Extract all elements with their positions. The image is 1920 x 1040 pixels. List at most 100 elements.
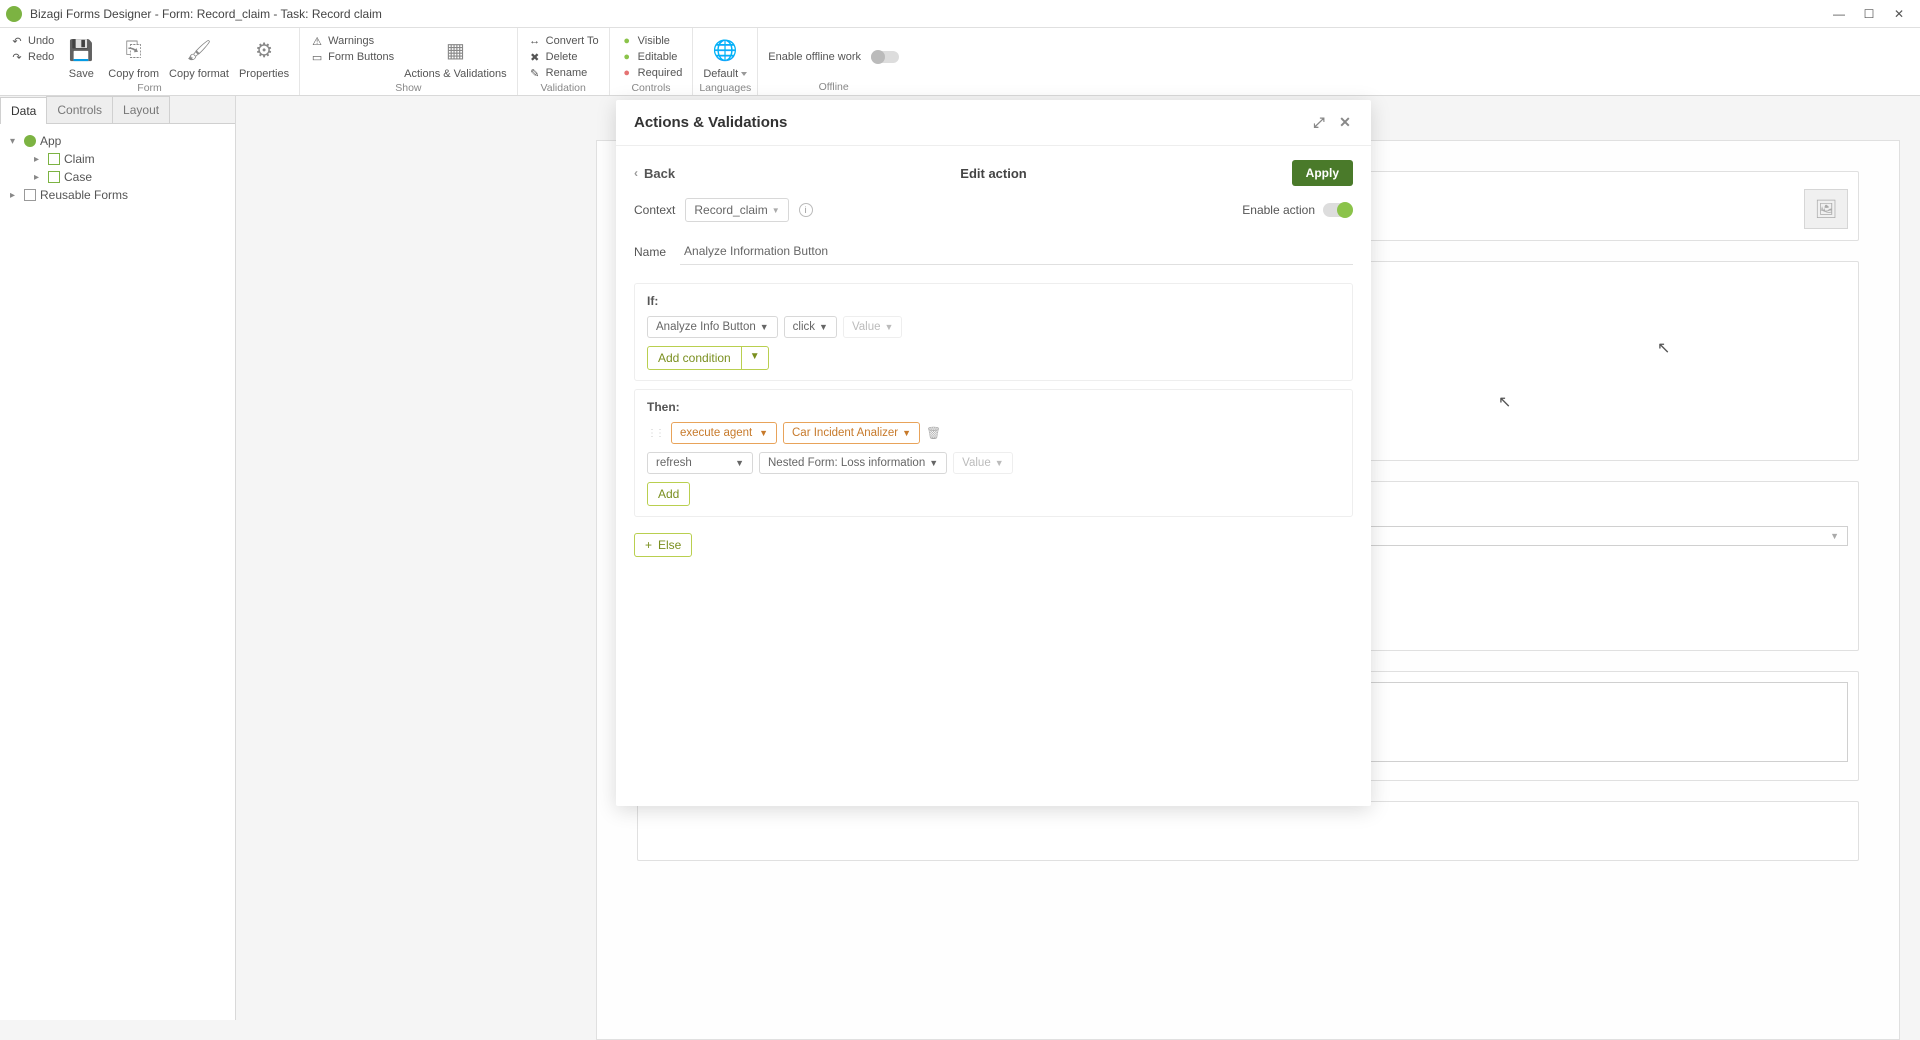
globe-icon: 🌐 <box>709 34 741 66</box>
add-else-button[interactable]: +Else <box>634 533 692 557</box>
undo-button[interactable]: ↶Undo <box>10 34 54 48</box>
copy-from-button[interactable]: ⎘Copy from <box>104 32 163 82</box>
tree-node-reusable[interactable]: ▸Reusable Forms <box>6 186 229 204</box>
if-event-selector[interactable]: click▼ <box>784 316 837 338</box>
chevron-down-icon: ▼ <box>819 322 828 332</box>
if-value-selector[interactable]: Value▼ <box>843 316 902 338</box>
if-control-selector[interactable]: Analyze Info Button▼ <box>647 316 778 338</box>
tree-node-case[interactable]: ▸Case <box>6 168 229 186</box>
reusable-icon <box>24 189 36 201</box>
tree-node-claim[interactable]: ▸Claim <box>6 150 229 168</box>
chevron-down-icon: ▼ <box>902 428 911 438</box>
close-modal-button[interactable]: ✕ <box>1337 115 1353 131</box>
then-action-selector-2[interactable]: refresh▼ <box>647 452 753 474</box>
enable-action-label: Enable action <box>1242 203 1315 217</box>
toggle-off-icon <box>871 51 899 63</box>
warnings-button[interactable]: ⚠Warnings <box>310 34 394 48</box>
ribbon-group-label-controls: Controls <box>616 82 687 96</box>
entity-icon <box>48 153 60 165</box>
ribbon-group-languages: 🌐Default Languages <box>693 28 758 95</box>
modal-header: Actions & Validations ⤢ ✕ <box>616 100 1371 146</box>
then-action-selector[interactable]: execute agent▼ <box>671 422 777 444</box>
visible-toggle[interactable]: ●Visible <box>620 34 683 48</box>
expand-icon[interactable]: ▸ <box>34 154 44 165</box>
window-titlebar: Bizagi Forms Designer - Form: Record_cla… <box>0 0 1920 28</box>
dot-icon: ● <box>620 34 634 48</box>
app-icon <box>24 135 36 147</box>
undo-redo-stack: ↶Undo ↷Redo <box>6 32 58 82</box>
delete-button[interactable]: ✖Delete <box>528 50 599 64</box>
modal-title: Actions & Validations <box>634 114 787 131</box>
redo-button[interactable]: ↷Redo <box>10 50 54 64</box>
ribbon-group-offline: Enable offline work Offline <box>758 28 909 95</box>
ribbon-group-label-offline: Offline <box>764 81 903 95</box>
redo-icon: ↷ <box>10 50 24 64</box>
expand-icon[interactable]: ▸ <box>10 190 20 201</box>
tab-layout[interactable]: Layout <box>112 96 170 123</box>
tree-node-app[interactable]: ▾App <box>6 132 229 150</box>
expand-modal-button[interactable]: ⤢ <box>1311 115 1327 131</box>
then-target-selector-2[interactable]: Nested Form: Loss information▼ <box>759 452 947 474</box>
save-icon: 💾 <box>65 34 97 66</box>
actions-validations-button[interactable]: ▦Actions & Validations <box>400 32 511 82</box>
chevron-down-icon[interactable]: ▼ <box>741 347 768 369</box>
language-selector[interactable]: 🌐Default <box>699 32 751 82</box>
brush-icon: 🖌 <box>183 34 215 66</box>
delete-row-button[interactable]: 🗑 <box>926 426 941 440</box>
editable-toggle[interactable]: ●Editable <box>620 50 683 64</box>
expand-icon[interactable]: ▸ <box>34 172 44 183</box>
tab-data[interactable]: Data <box>0 97 47 124</box>
maximize-button[interactable]: ☐ <box>1854 4 1884 24</box>
enable-offline-toggle[interactable]: Enable offline work <box>764 32 903 81</box>
ribbon: ↶Undo ↷Redo 💾Save ⎘Copy from 🖌Copy forma… <box>0 28 1920 96</box>
chevron-down-icon: ▼ <box>995 458 1004 468</box>
back-button[interactable]: ‹Back <box>634 166 675 181</box>
copy-format-button[interactable]: 🖌Copy format <box>165 32 233 82</box>
add-condition-button[interactable]: Add condition ▼ <box>647 346 769 370</box>
cursor-icon: ↖ <box>1498 392 1511 412</box>
then-value-selector-2[interactable]: Value▼ <box>953 452 1012 474</box>
then-target-selector[interactable]: Car Incident Analizer▼ <box>783 422 920 444</box>
apply-button[interactable]: Apply <box>1292 160 1353 186</box>
warning-icon: ⚠ <box>310 34 324 48</box>
action-name-input[interactable] <box>680 238 1353 265</box>
workspace: Data Controls Layout ▾App ▸Claim ▸Case ▸… <box>0 96 1920 1020</box>
ribbon-group-validation: ↔Convert To ✖Delete ✎Rename Validation <box>518 28 610 95</box>
form-buttons-button[interactable]: ▭Form Buttons <box>310 50 394 64</box>
drag-handle-icon[interactable]: ⋮⋮ <box>647 428 663 439</box>
collapse-icon[interactable]: ▾ <box>10 136 20 147</box>
toggle-knob-icon <box>1337 202 1353 218</box>
if-section: If: Analyze Info Button▼ click▼ Value▼ A… <box>634 283 1353 381</box>
ribbon-group-label-form: Form <box>6 82 293 96</box>
info-icon[interactable]: i <box>799 203 813 217</box>
add-then-button[interactable]: Add <box>647 482 690 506</box>
then-section: Then: ⋮⋮ execute agent▼ Car Incident Ana… <box>634 389 1353 517</box>
form-buttons-icon: ▭ <box>310 50 324 64</box>
required-toggle[interactable]: ●Required <box>620 66 683 80</box>
enable-action-toggle[interactable] <box>1323 203 1353 217</box>
rename-button[interactable]: ✎Rename <box>528 66 599 80</box>
chevron-down-icon: ▼ <box>759 428 768 438</box>
minimize-button[interactable]: — <box>1824 4 1854 24</box>
image-placeholder-icon[interactable]: 🖼 <box>1804 189 1848 229</box>
close-window-button[interactable]: ✕ <box>1884 4 1914 24</box>
ribbon-group-form: ↶Undo ↷Redo 💾Save ⎘Copy from 🖌Copy forma… <box>0 28 300 95</box>
ribbon-group-controls: ●Visible ●Editable ●Required Controls <box>610 28 694 95</box>
left-panel: Data Controls Layout ▾App ▸Claim ▸Case ▸… <box>0 96 236 1020</box>
chevron-down-icon: ▼ <box>885 322 894 332</box>
context-label: Context <box>634 203 675 217</box>
ribbon-group-label-validation: Validation <box>524 82 603 96</box>
app-logo-icon <box>6 6 22 22</box>
context-selector[interactable]: Record_claim▼ <box>685 198 788 222</box>
left-panel-tabs: Data Controls Layout <box>0 96 235 124</box>
tab-controls[interactable]: Controls <box>46 96 113 123</box>
chevron-down-icon: ▼ <box>760 322 769 332</box>
form-canvas: 🖼 ↖ ▼ s uploaded s uploaded Actions & Va… <box>236 96 1920 1020</box>
data-tree: ▾App ▸Claim ▸Case ▸Reusable Forms <box>0 124 235 212</box>
if-label: If: <box>647 294 1340 308</box>
convert-to-button[interactable]: ↔Convert To <box>528 34 599 48</box>
properties-button[interactable]: ⚙Properties <box>235 32 293 82</box>
save-button[interactable]: 💾Save <box>60 32 102 82</box>
form-section[interactable] <box>637 801 1859 861</box>
gear-icon: ⚙ <box>248 34 280 66</box>
